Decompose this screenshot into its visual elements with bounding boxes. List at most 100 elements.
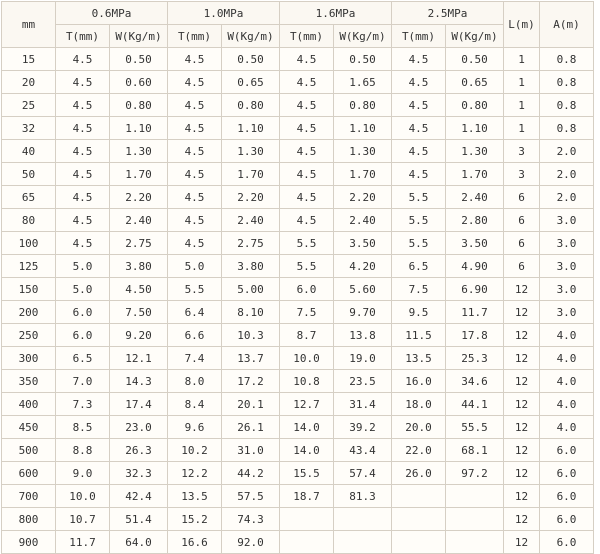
w-cell: 23.5: [333, 369, 392, 393]
w-cell: 5.60: [333, 277, 392, 301]
size-cell: 40: [1, 139, 56, 163]
w-cell: 2.40: [445, 185, 504, 209]
table-row: 25 4.5 0.80 4.5 0.80 4.5 0.80 4.5 0.80 1 0.8: [1, 93, 594, 117]
w-cell: 5.00: [221, 277, 280, 301]
t-cell: 4.5: [391, 93, 446, 117]
t-cell: 22.0: [391, 438, 446, 462]
t-cell: 4.5: [55, 139, 110, 163]
size-cell: 20: [1, 70, 56, 94]
t-cell: 8.4: [167, 392, 222, 416]
t-cell: 5.5: [167, 277, 222, 301]
t-cell: 9.5: [391, 300, 446, 324]
t-cell: 5.0: [55, 254, 110, 278]
t-cell: 15.2: [167, 507, 222, 531]
w-cell: 2.40: [221, 208, 280, 232]
w-cell: 2.20: [221, 185, 280, 209]
table-row: 400 7.3 17.4 8.4 20.1 12.7 31.4 18.0 44.1 12 4.0: [1, 392, 594, 416]
t-cell: 14.0: [279, 438, 334, 462]
t-cell: 4.5: [167, 93, 222, 117]
w-cell: 2.80: [445, 208, 504, 232]
a-cell: 0.8: [539, 70, 594, 94]
a-cell: 2.0: [539, 185, 594, 209]
t-cell: 7.0: [55, 369, 110, 393]
a-cell: 6.0: [539, 438, 594, 462]
a-cell: 4.0: [539, 415, 594, 439]
w-cell: 9.70: [333, 300, 392, 324]
pressure-header-2.5: 2.5MPa: [391, 1, 504, 25]
t-cell: [279, 507, 334, 531]
thickness-header: T(mm): [55, 24, 110, 48]
t-cell: 4.5: [55, 185, 110, 209]
a-cell: 3.0: [539, 300, 594, 324]
length-header: L(m): [503, 1, 540, 48]
w-cell: 97.2: [445, 461, 504, 485]
size-cell: 400: [1, 392, 56, 416]
w-cell: 17.8: [445, 323, 504, 347]
w-cell: 44.1: [445, 392, 504, 416]
size-cell: 65: [1, 185, 56, 209]
w-cell: 39.2: [333, 415, 392, 439]
w-cell: 42.4: [109, 484, 168, 508]
length-cell: 3: [503, 162, 540, 186]
t-cell: 16.0: [391, 369, 446, 393]
w-cell: 92.0: [221, 530, 280, 554]
table-row: 65 4.5 2.20 4.5 2.20 4.5 2.20 5.5 2.40 6 2.0: [1, 185, 594, 209]
t-cell: 5.5: [279, 254, 334, 278]
w-cell: 11.7: [445, 300, 504, 324]
t-cell: 10.0: [55, 484, 110, 508]
w-cell: 3.80: [221, 254, 280, 278]
size-cell: 150: [1, 277, 56, 301]
t-cell: 4.5: [279, 70, 334, 94]
w-cell: 1.30: [333, 139, 392, 163]
length-cell: 12: [503, 507, 540, 531]
t-cell: 4.5: [167, 139, 222, 163]
w-cell: 17.4: [109, 392, 168, 416]
w-cell: [333, 530, 392, 554]
length-cell: 3: [503, 139, 540, 163]
w-cell: 32.3: [109, 461, 168, 485]
thickness-header: T(mm): [391, 24, 446, 48]
w-cell: 26.3: [109, 438, 168, 462]
w-cell: 0.50: [109, 47, 168, 71]
t-cell: 4.5: [279, 93, 334, 117]
t-cell: 13.5: [167, 484, 222, 508]
w-cell: 57.4: [333, 461, 392, 485]
length-cell: 6: [503, 185, 540, 209]
table-row: 80 4.5 2.40 4.5 2.40 4.5 2.40 5.5 2.80 6 3.0: [1, 208, 594, 232]
t-cell: 4.5: [279, 47, 334, 71]
pressure-header-1.6: 1.6MPa: [279, 1, 392, 25]
w-cell: 3.50: [445, 231, 504, 255]
table-row: 32 4.5 1.10 4.5 1.10 4.5 1.10 4.5 1.10 1 0.8: [1, 116, 594, 140]
length-cell: 1: [503, 70, 540, 94]
w-cell: 13.8: [333, 323, 392, 347]
table-row: 700 10.0 42.4 13.5 57.5 18.7 81.3 12 6.0: [1, 484, 594, 508]
t-cell: 4.5: [55, 47, 110, 71]
length-cell: 1: [503, 47, 540, 71]
w-cell: 4.50: [109, 277, 168, 301]
size-cell: 300: [1, 346, 56, 370]
t-cell: 4.5: [391, 162, 446, 186]
t-cell: 20.0: [391, 415, 446, 439]
t-cell: 13.5: [391, 346, 446, 370]
table-body: 15 4.5 0.50 4.5 0.50 4.5 0.50 4.5 0.50 1 0.8 20 4.5 0…: [1, 47, 594, 554]
t-cell: 4.5: [167, 162, 222, 186]
w-cell: 8.10: [221, 300, 280, 324]
table-row: 200 6.0 7.50 6.4 8.10 7.5 9.70 9.5 11.7 12 3.0: [1, 300, 594, 324]
w-cell: 81.3: [333, 484, 392, 508]
w-cell: 1.70: [445, 162, 504, 186]
a-cell: 4.0: [539, 323, 594, 347]
pipe-spec-table: mm 0.6MPa 1.0MPa 1.6MPa 2.5MPa L(m) A(m)…: [1, 1, 594, 554]
pressure-header-0.6: 0.6MPa: [55, 1, 168, 25]
a-cell: 4.0: [539, 392, 594, 416]
t-cell: 4.5: [167, 47, 222, 71]
w-cell: 26.1: [221, 415, 280, 439]
w-cell: 1.70: [333, 162, 392, 186]
t-cell: 6.5: [55, 346, 110, 370]
t-cell: 4.5: [167, 116, 222, 140]
t-cell: 4.5: [55, 231, 110, 255]
t-cell: 4.5: [55, 116, 110, 140]
w-cell: 57.5: [221, 484, 280, 508]
t-cell: 4.5: [55, 208, 110, 232]
t-cell: 4.5: [391, 70, 446, 94]
a-cell: 6.0: [539, 507, 594, 531]
